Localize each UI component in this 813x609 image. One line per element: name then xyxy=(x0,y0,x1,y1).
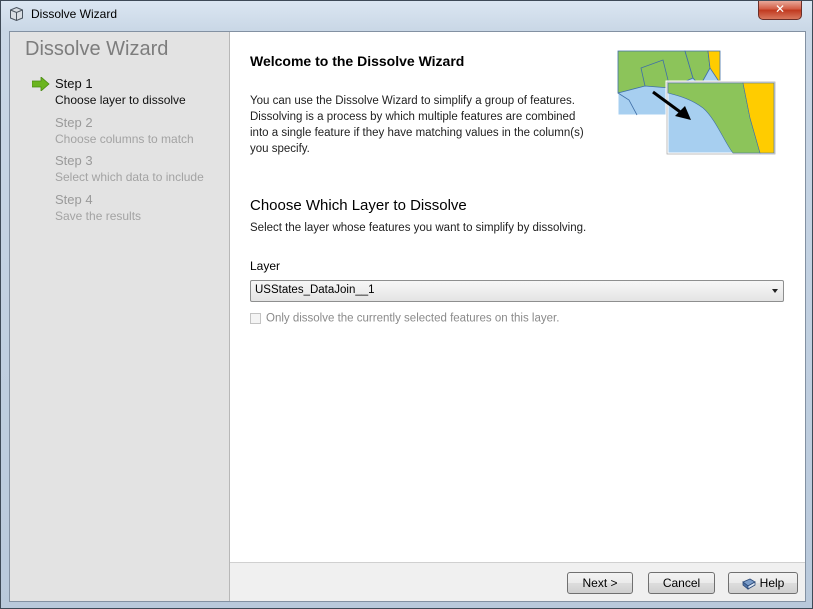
layer-dropdown[interactable]: USStates_DataJoin__1 xyxy=(250,280,784,302)
wizard-main-panel: Welcome to the Dissolve Wizard You can u… xyxy=(230,32,805,601)
window-title: Dissolve Wizard xyxy=(31,7,118,21)
cancel-button[interactable]: Cancel xyxy=(648,572,715,594)
welcome-heading: Welcome to the Dissolve Wizard xyxy=(250,53,465,69)
step-3-name: Step 3 xyxy=(55,153,93,168)
help-book-icon xyxy=(741,578,756,590)
help-button-label: Help xyxy=(759,576,785,590)
step-2: Step 2 Choose columns to match xyxy=(55,115,194,146)
step-2-description: Choose columns to match xyxy=(55,132,194,146)
selected-features-option: Only dissolve the currently selected fea… xyxy=(250,308,559,327)
section-heading: Choose Which Layer to Dissolve xyxy=(250,197,467,214)
step-1: Step 1 Choose layer to dissolve xyxy=(55,76,186,107)
layer-dropdown-value: USStates_DataJoin__1 xyxy=(255,284,375,296)
selected-features-checkbox-label: Only dissolve the currently selected fea… xyxy=(266,312,560,325)
step-4-description: Save the results xyxy=(55,209,142,223)
step-3-description: Select which data to include xyxy=(55,170,204,184)
help-button[interactable]: Help xyxy=(728,572,798,594)
next-button[interactable]: Next > xyxy=(567,572,633,594)
step-1-description: Choose layer to dissolve xyxy=(55,93,186,107)
step-4: Step 4 Save the results xyxy=(55,192,141,223)
close-button[interactable]: ✕ xyxy=(758,1,802,20)
step-3: Step 3 Select which data to include xyxy=(55,153,204,184)
wizard-sidebar: Dissolve Wizard Step 1 Choose layer to d… xyxy=(10,32,230,601)
step-4-name: Step 4 xyxy=(55,192,93,207)
step-1-name: Step 1 xyxy=(55,76,93,91)
step-2-name: Step 2 xyxy=(55,115,93,130)
layer-label: Layer xyxy=(250,259,281,273)
intro-text: You can use the Dissolve Wizard to simpl… xyxy=(250,95,584,155)
wizard-footer: Next > Cancel Help xyxy=(230,562,805,601)
dissolve-map-illustration xyxy=(615,48,777,156)
close-icon: ✕ xyxy=(774,2,786,16)
section-description: Select the layer whose features you want… xyxy=(250,222,587,234)
dissolve-wizard-window: Dissolve Wizard ✕ Dissolve Wizard Step 1… xyxy=(0,0,813,609)
sidebar-title: Dissolve Wizard xyxy=(25,38,169,60)
chevron-down-icon[interactable] xyxy=(772,289,778,293)
wizard-client-area: Dissolve Wizard Step 1 Choose layer to d… xyxy=(9,31,806,602)
app-icon xyxy=(10,7,23,21)
current-step-arrow-icon xyxy=(32,77,50,91)
title-bar[interactable]: Dissolve Wizard ✕ xyxy=(1,1,812,29)
selected-features-checkbox[interactable] xyxy=(250,313,261,324)
